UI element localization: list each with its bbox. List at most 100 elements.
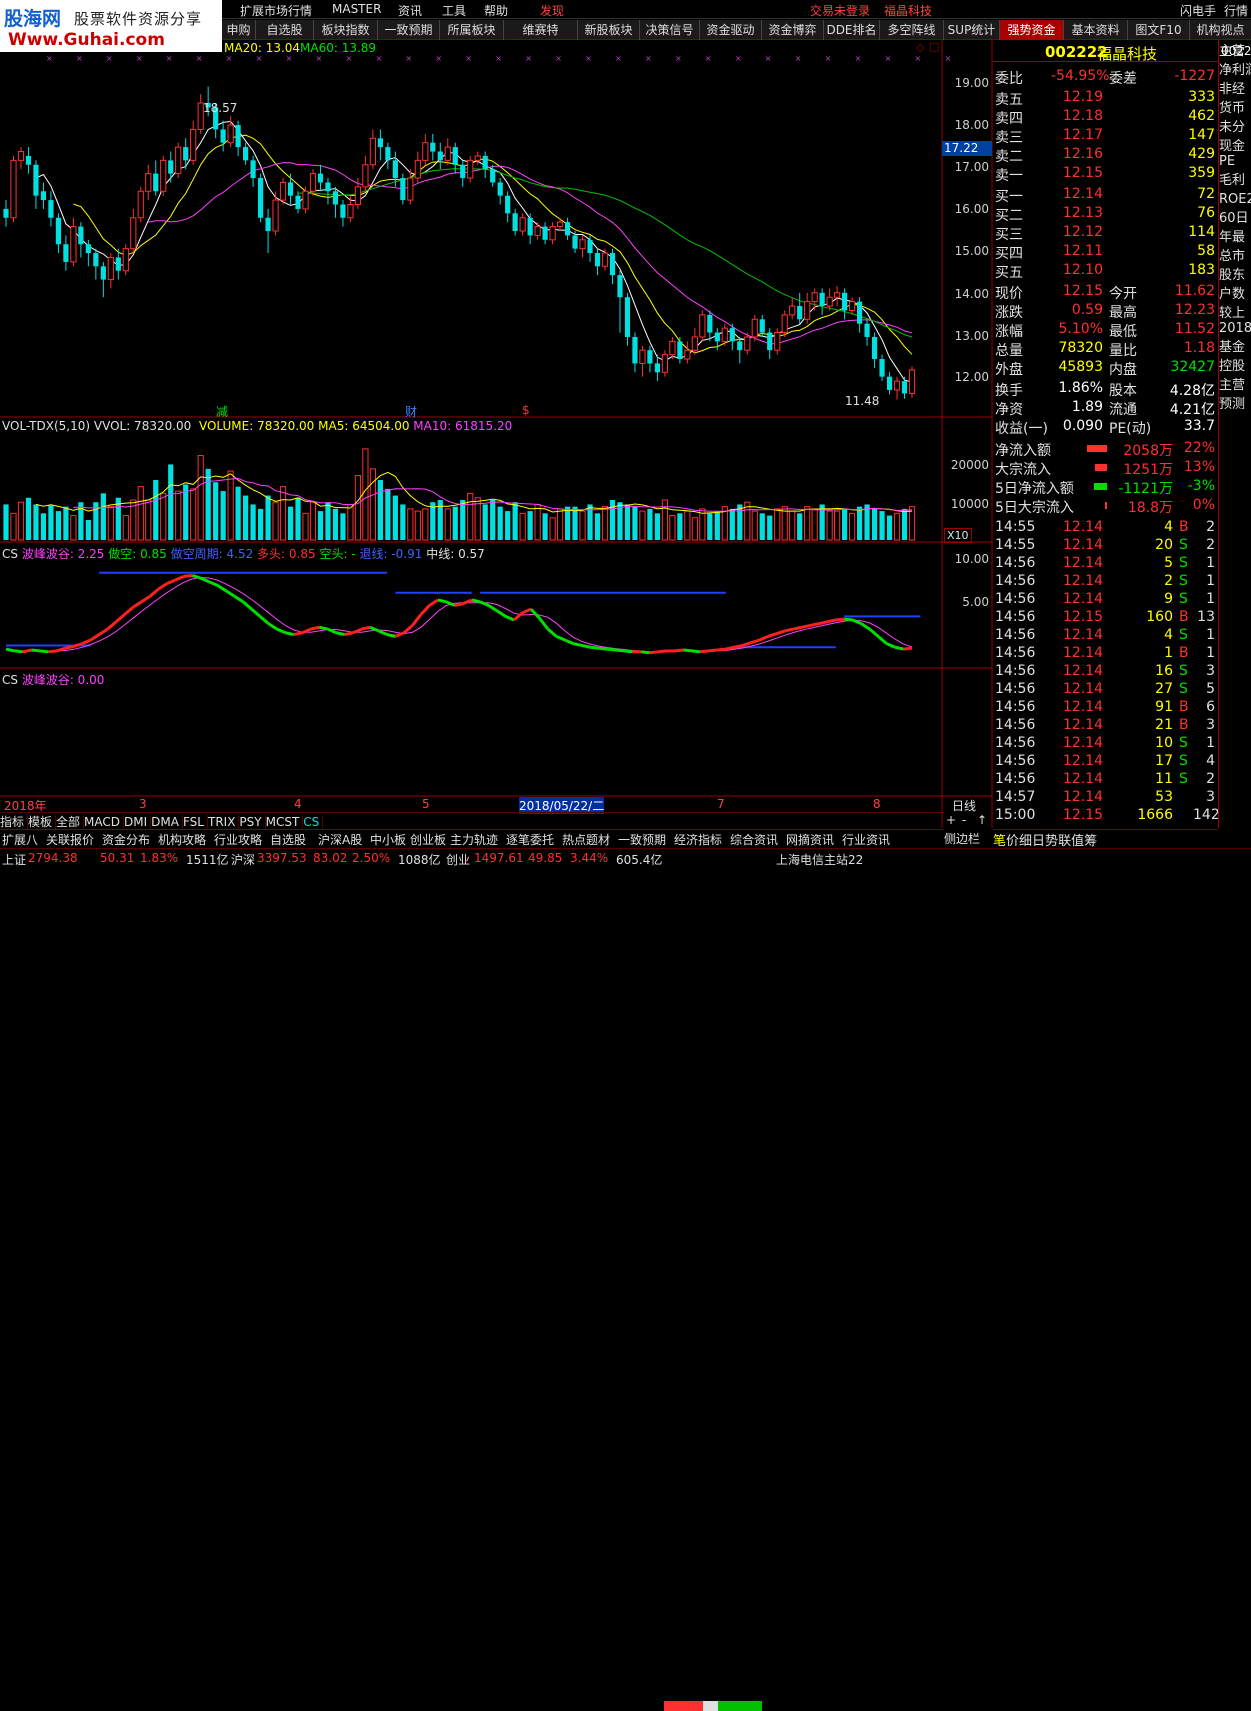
f10-item[interactable]: 年最: [1219, 230, 1245, 245]
ask-row-2[interactable]: 卖二 12.16 429: [995, 146, 1217, 165]
ask-row-5[interactable]: 卖五 12.19 333: [995, 89, 1217, 108]
diamond-icon[interactable]: ◇: [916, 41, 924, 54]
ask-row-4[interactable]: 卖四 12.18 462: [995, 108, 1217, 127]
sh-name[interactable]: 上证: [2, 851, 26, 868]
tab-9[interactable]: 资金博弈: [762, 20, 824, 40]
f10-item[interactable]: 股东: [1219, 268, 1245, 283]
f10-item[interactable]: 总市: [1219, 249, 1245, 264]
tab-4[interactable]: 所属板块: [440, 20, 504, 40]
tab-5[interactable]: 维赛特: [504, 20, 578, 40]
f10-item[interactable]: 货币: [1219, 101, 1245, 116]
f10-item[interactable]: 60日: [1219, 211, 1249, 226]
quote-view-tab[interactable]: 价: [1006, 834, 1019, 849]
f10-item[interactable]: 毛利: [1219, 173, 1245, 188]
f10-item[interactable]: 户数: [1219, 287, 1245, 302]
bottom-tab[interactable]: 资金分布: [102, 831, 150, 848]
tab-8[interactable]: 资金驱动: [700, 20, 762, 40]
quote-view-tab[interactable]: 筹: [1084, 834, 1097, 849]
f10-item[interactable]: 控股: [1219, 359, 1245, 374]
event-dividend[interactable]: $: [522, 403, 530, 417]
ask-row-1[interactable]: 卖一 12.15 359: [995, 165, 1217, 184]
indicator-tab[interactable]: MACD: [84, 815, 125, 829]
indicator-tab[interactable]: FSL: [182, 815, 208, 829]
f10-item[interactable]: 基金: [1219, 340, 1245, 355]
tab-11[interactable]: 多空阵线: [880, 20, 944, 40]
server-name[interactable]: 上海电信主站22: [776, 851, 863, 868]
quote-view-tab[interactable]: 势: [1045, 834, 1058, 849]
tab-7[interactable]: 决策信号: [640, 20, 700, 40]
f10-item[interactable]: 主营: [1219, 378, 1245, 393]
f10-item[interactable]: 净利润: [1219, 63, 1251, 78]
flash-trade[interactable]: 闪电手: [1180, 2, 1216, 19]
bottom-tab[interactable]: 综合资讯: [730, 831, 778, 848]
f10-item[interactable]: 未分: [1219, 120, 1245, 135]
f10-item[interactable]: 现金: [1219, 139, 1245, 154]
menu-ext-market[interactable]: 扩展市场行情: [240, 2, 312, 19]
indicator-tab[interactable]: CS: [303, 815, 324, 829]
tab-0[interactable]: 申购: [222, 20, 256, 40]
tab-14[interactable]: 基本资料: [1064, 20, 1128, 40]
fund-row-0[interactable]: 换手 1.86% 股本 4.28亿: [995, 380, 1217, 399]
indicator-tab[interactable]: PSY: [239, 815, 266, 829]
plus-button[interactable]: +: [946, 813, 956, 827]
f10-item[interactable]: 预测: [1219, 397, 1245, 412]
quote-view-tab[interactable]: 笔: [993, 834, 1006, 849]
bottom-tab[interactable]: 机构攻略: [158, 831, 206, 848]
ask-row-3[interactable]: 卖三 12.17 147: [995, 127, 1217, 146]
arrow-up-icon[interactable]: ↑: [977, 813, 987, 827]
event-reduce[interactable]: 减: [216, 403, 228, 420]
vol-indicator-name[interactable]: VOL-TDX(5,10): [2, 419, 90, 433]
bottom-tab[interactable]: 网摘资讯: [786, 831, 834, 848]
menu-help[interactable]: 帮助: [484, 2, 508, 19]
tab-12[interactable]: SUP统计: [944, 20, 1000, 40]
quote-menu[interactable]: 行情: [1224, 2, 1248, 19]
tab-15[interactable]: 图文F10: [1128, 20, 1190, 40]
indicator-tab[interactable]: 指标: [0, 815, 29, 829]
bid-row-2[interactable]: 买二 12.13 76: [995, 205, 1217, 224]
flow-row-1[interactable]: 大宗流入 1251万 13%: [995, 459, 1217, 478]
bottom-tab[interactable]: 行业资讯: [842, 831, 890, 848]
panel-max-icon[interactable]: □: [929, 40, 939, 53]
indicator-tab[interactable]: DMA: [151, 815, 183, 829]
bottom-tab[interactable]: 一致预期: [618, 831, 666, 848]
bid-row-3[interactable]: 买三 12.12 114: [995, 224, 1217, 243]
indicator-tab[interactable]: 全部: [56, 815, 85, 829]
bottom-tab[interactable]: 中小板: [370, 831, 406, 848]
flow-row-3[interactable]: 5日大宗流入 18.8万 0%: [995, 497, 1217, 516]
bottom-tab[interactable]: 扩展八: [2, 831, 38, 848]
bottom-tab[interactable]: 沪深A股: [318, 831, 362, 848]
indicator-tab[interactable]: TRIX: [207, 815, 240, 829]
weibi-row[interactable]: 委比 -54.95% 委差 -1227: [995, 68, 1217, 87]
f10-item[interactable]: 2018: [1219, 321, 1251, 336]
trade-status[interactable]: 交易未登录: [810, 2, 870, 19]
menu-master[interactable]: MASTER: [332, 2, 381, 16]
quote-view-tab[interactable]: 细: [1019, 834, 1032, 849]
stat-row-4[interactable]: 外盘 45893 内盘 32427: [995, 359, 1217, 378]
sidebar-toggle[interactable]: 侧边栏: [944, 830, 980, 847]
tab-13[interactable]: 强势资金: [1000, 20, 1064, 40]
f10-item[interactable]: PE: [1219, 154, 1235, 169]
cs-indicator-name[interactable]: CS: [2, 547, 18, 561]
indicator-tab[interactable]: DMI: [124, 815, 152, 829]
tab-2[interactable]: 板块指数: [314, 20, 378, 40]
fund-row-2[interactable]: 收益(一) 0.090 PE(动) 33.7: [995, 418, 1217, 437]
menu-discover[interactable]: 发现: [540, 2, 564, 19]
quote-view-tab[interactable]: 日: [1032, 834, 1045, 849]
bottom-tab[interactable]: 关联报价: [46, 831, 94, 848]
sz-name[interactable]: 沪深: [231, 851, 255, 868]
bid-row-4[interactable]: 买四 12.11 58: [995, 243, 1217, 262]
bottom-tab[interactable]: 行业攻略: [214, 831, 262, 848]
indicator-tab[interactable]: MCST: [265, 815, 304, 829]
bottom-tab[interactable]: 创业板: [410, 831, 446, 848]
tab-16[interactable]: 机构视点: [1190, 20, 1251, 40]
cy-name[interactable]: 创业: [446, 851, 470, 868]
fund-row-1[interactable]: 净资 1.89 流通 4.21亿: [995, 399, 1217, 418]
bottom-tab[interactable]: 自选股: [270, 831, 306, 848]
quote-view-tab[interactable]: 联: [1058, 834, 1071, 849]
f10-item[interactable]: 20日: [1246, 192, 1251, 207]
flow-row-2[interactable]: 5日净流入额 -1121万 -3%: [995, 478, 1217, 497]
tab-1[interactable]: 自选股: [256, 20, 314, 40]
f10-item[interactable]: ROE: [1219, 192, 1246, 207]
tab-3[interactable]: 一致预期: [378, 20, 440, 40]
bottom-tab[interactable]: 经济指标: [674, 831, 722, 848]
